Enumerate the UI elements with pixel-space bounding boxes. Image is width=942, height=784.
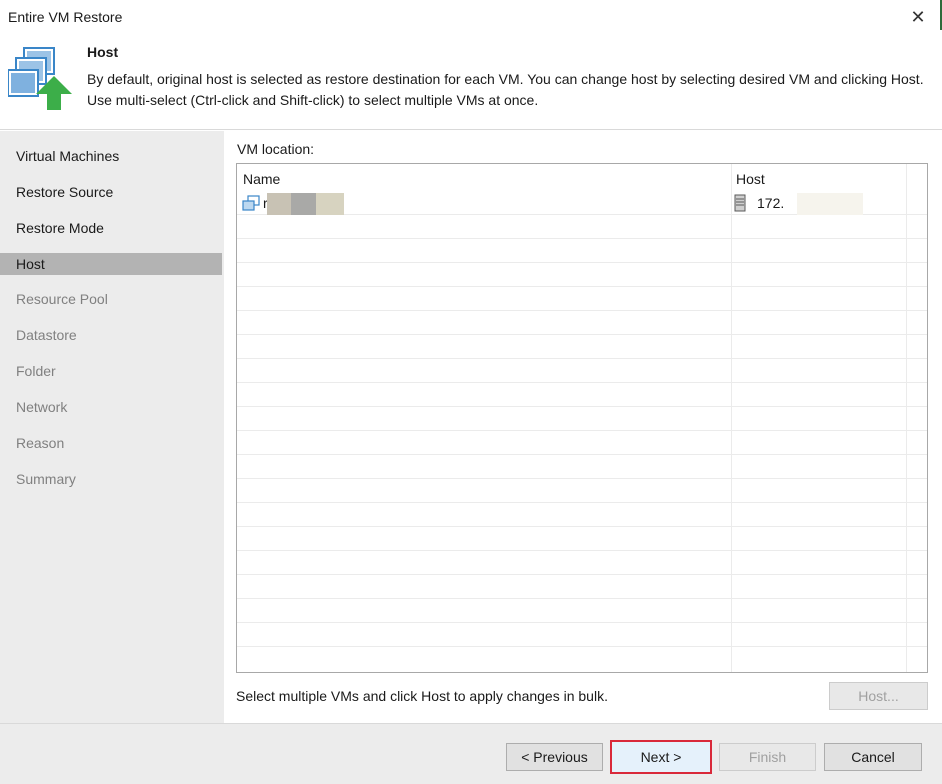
sidebar-item-datastore: Datastore: [16, 327, 77, 343]
table-row[interactable]: r 172.: [237, 193, 927, 215]
grid-line: [237, 406, 927, 407]
sidebar-item-host[interactable]: Host: [0, 253, 222, 275]
grid-line: [237, 622, 927, 623]
redacted-block: [797, 193, 863, 215]
grid-line: [237, 550, 927, 551]
grid-line: [237, 286, 927, 287]
window-title: Entire VM Restore: [8, 9, 123, 25]
grid-line: [237, 646, 927, 647]
grid-line: [237, 574, 927, 575]
title-bar: Entire VM Restore ✕: [0, 0, 942, 34]
wizard-steps-sidebar: Virtual Machines Restore Source Restore …: [0, 131, 224, 723]
column-separator: [906, 164, 907, 672]
step-description: By default, original host is selected as…: [87, 71, 924, 108]
column-separator: [731, 164, 732, 672]
grid-line: [237, 454, 927, 455]
next-button[interactable]: Next >: [610, 740, 712, 774]
grid-line: [237, 478, 927, 479]
sidebar-item-restore-source[interactable]: Restore Source: [0, 181, 222, 203]
sidebar-item-summary: Summary: [16, 471, 76, 487]
host-button[interactable]: Host...: [829, 682, 928, 710]
grid-line: [237, 430, 927, 431]
grid-line: [237, 526, 927, 527]
grid-line: [237, 262, 927, 263]
close-icon[interactable]: ✕: [908, 7, 928, 27]
server-icon: [734, 194, 746, 212]
step-title: Host: [87, 44, 119, 60]
grid-line: [237, 382, 927, 383]
grid-line: [237, 502, 927, 503]
cancel-button[interactable]: Cancel: [824, 743, 922, 771]
sidebar-item-restore-mode[interactable]: Restore Mode: [0, 217, 222, 239]
grid-line: [237, 358, 927, 359]
sidebar-item-reason: Reason: [16, 435, 65, 451]
grid-line: [237, 238, 927, 239]
host-cell: 172.: [757, 195, 785, 211]
vm-restore-arrow-icon: [8, 47, 72, 110]
previous-button[interactable]: < Previous: [506, 743, 603, 771]
sidebar-item-virtual-machines[interactable]: Virtual Machines: [0, 145, 222, 167]
grid-line: [237, 334, 927, 335]
step-header: Host By default, original host is select…: [0, 34, 942, 130]
main-content: VM location: Name Host r 172. Select mul…: [224, 131, 942, 723]
vm-location-label: VM location:: [237, 141, 315, 157]
grid-line: [237, 310, 927, 311]
sidebar-item-network: Network: [16, 399, 68, 415]
redacted-block: [316, 193, 344, 215]
sidebar-item-folder: Folder: [16, 363, 56, 379]
wizard-footer: < Previous Next > Finish Cancel: [0, 723, 942, 784]
vm-location-table[interactable]: Name Host r 172.: [236, 163, 928, 673]
finish-button[interactable]: Finish: [719, 743, 816, 771]
grid-line: [237, 598, 927, 599]
bulk-hint: Select multiple VMs and click Host to ap…: [236, 688, 608, 704]
vm-icon: [242, 195, 260, 211]
column-header-name[interactable]: Name: [243, 171, 280, 187]
sidebar-item-resource-pool: Resource Pool: [16, 291, 108, 307]
redacted-block: [291, 193, 317, 215]
column-header-host[interactable]: Host: [736, 171, 765, 187]
